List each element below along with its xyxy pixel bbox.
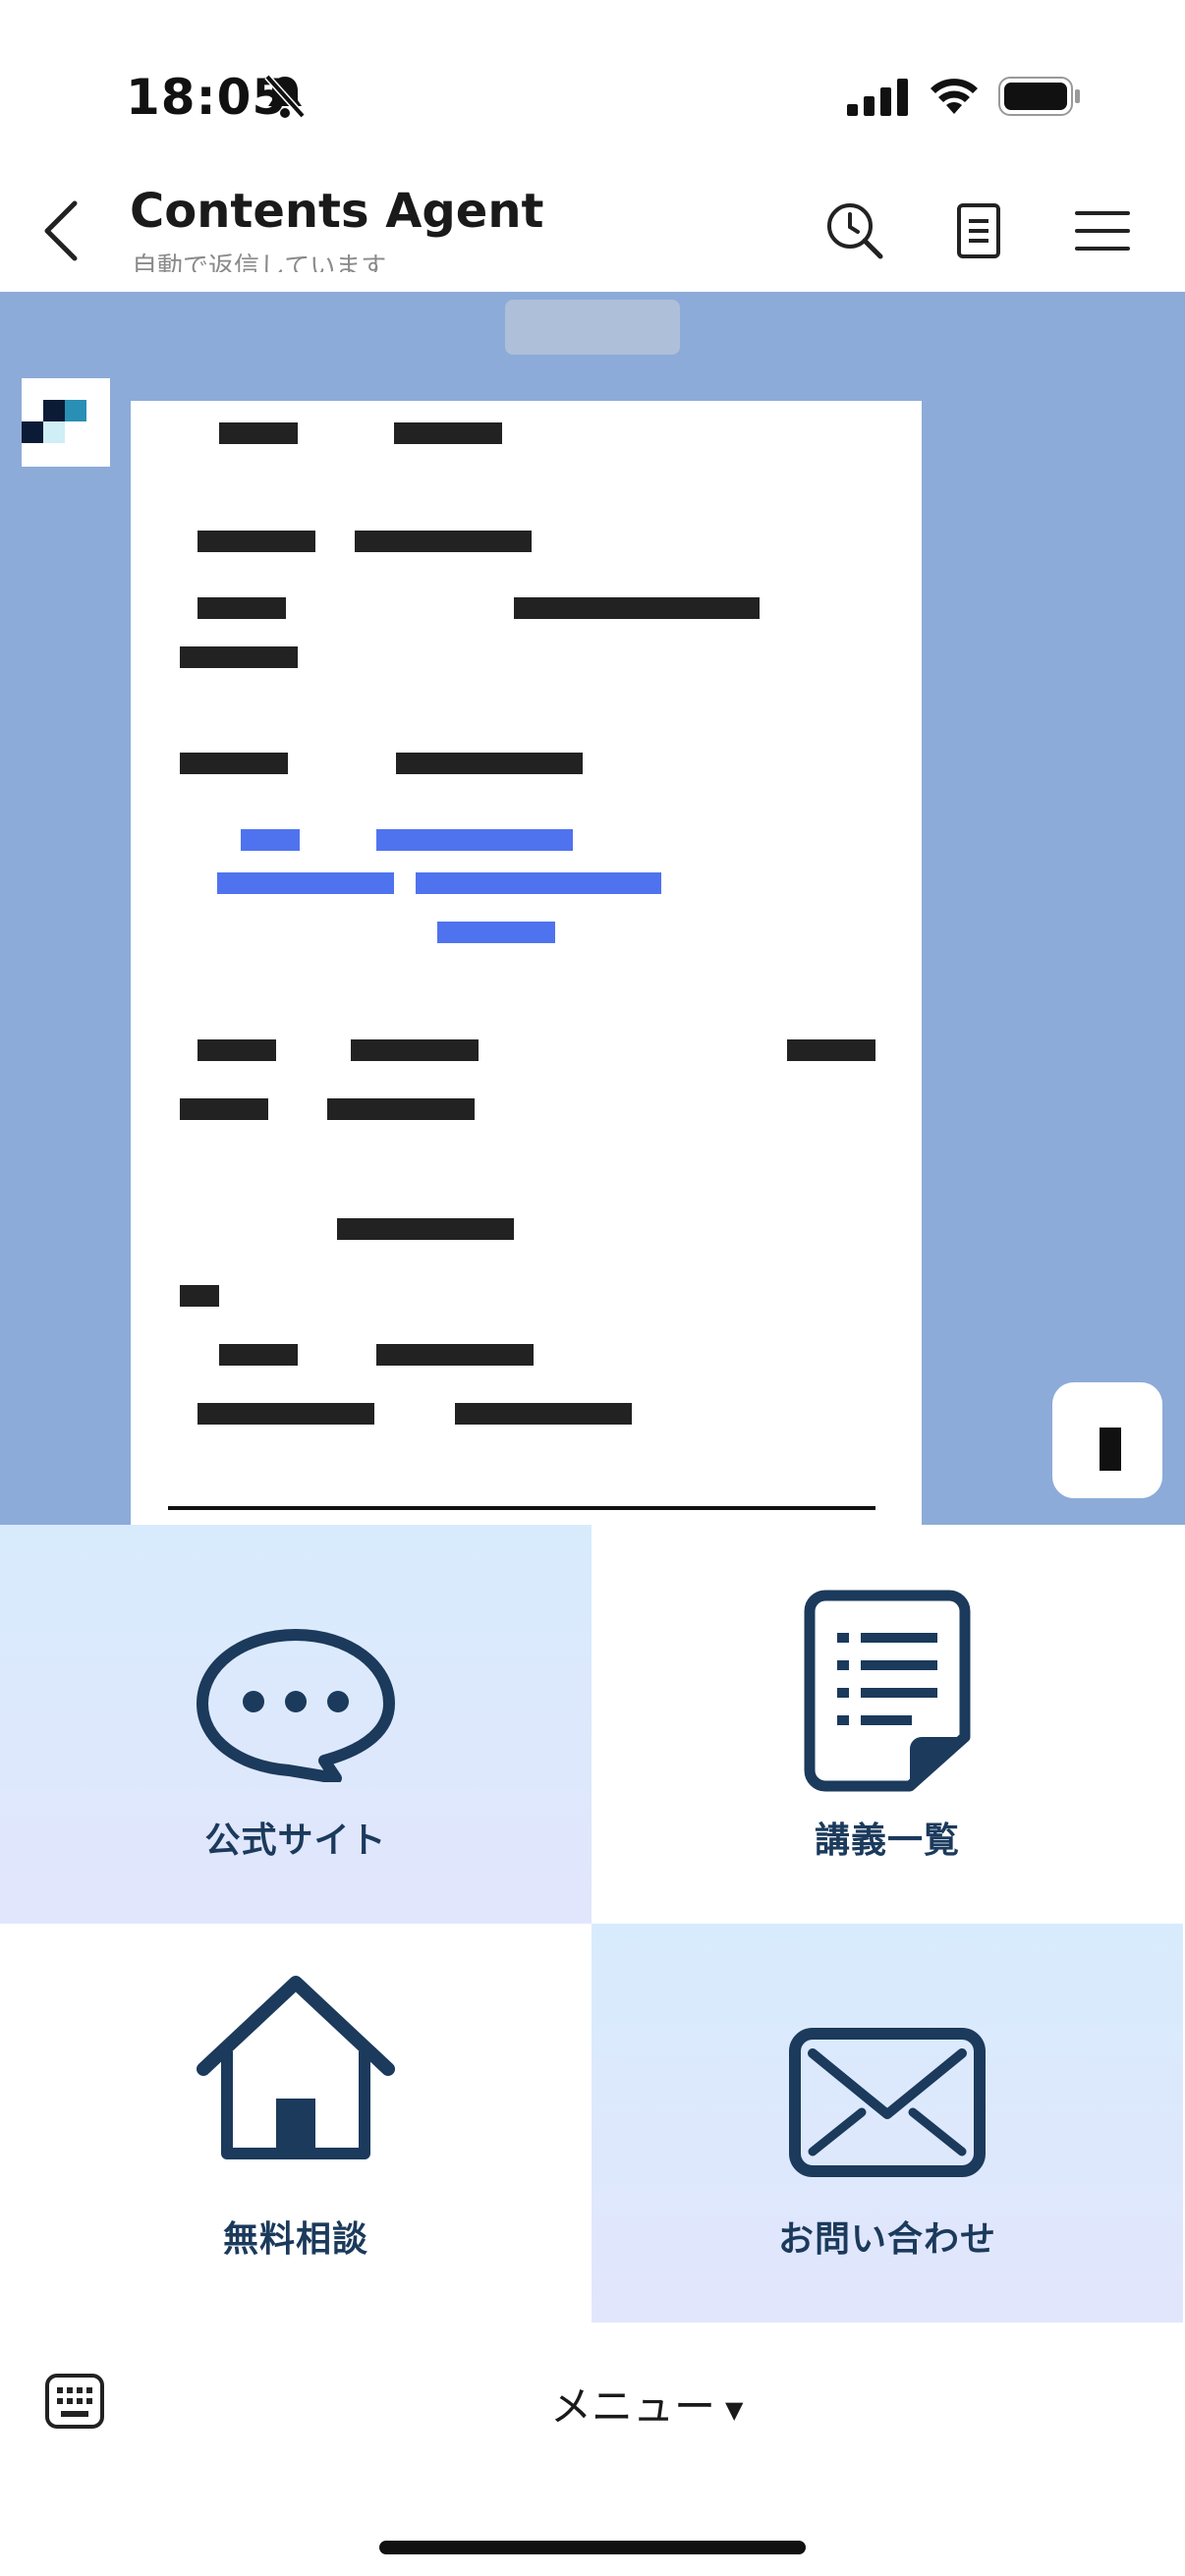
battery-icon (998, 77, 1080, 116)
scroll-to-bottom-button[interactable] (1052, 1382, 1162, 1498)
chat-area[interactable] (0, 292, 1185, 1525)
home-icon (197, 1976, 395, 2159)
notes-icon[interactable] (947, 199, 1010, 262)
date-separator (505, 300, 680, 355)
chat-title: Contents Agent (130, 184, 544, 239)
official-site-label: 公式サイト (204, 1820, 387, 1861)
wifi-icon (931, 79, 978, 114)
lecture-list-label: 講義一覧 (814, 1820, 960, 1861)
lecture-list-tile[interactable]: 講義一覧 (592, 1525, 1183, 1924)
rich-menu: 公式サイト 講義一覧 無料相談 お問い合わせ (0, 1525, 1185, 2326)
home-indicator (379, 2541, 806, 2554)
mail-icon (789, 2028, 986, 2177)
official-site-tile[interactable]: 公式サイト (0, 1525, 592, 1924)
menu-toggle-label: メニュー (550, 2382, 716, 2431)
message-bubble[interactable] (131, 401, 922, 1525)
scroll-indicator-icon (1100, 1428, 1121, 1471)
contact-label: お問い合わせ (777, 2219, 996, 2260)
free-consultation-tile[interactable]: 無料相談 (0, 1924, 592, 2323)
free-consultation-label: 無料相談 (222, 2219, 368, 2260)
keyboard-icon[interactable] (43, 2370, 106, 2433)
speech-bubble-icon (197, 1629, 395, 1782)
bottom-bar: メニュー ▼ (0, 2326, 1185, 2576)
caret-down-icon: ▼ (725, 2395, 744, 2424)
cellular-signal-icon (847, 79, 908, 116)
menu-toggle[interactable]: メニュー ▼ (550, 2374, 743, 2434)
chat-subtitle: 自動で返信しています (132, 252, 387, 272)
status-bar: 18:05 (0, 0, 1185, 172)
chat-header: Contents Agent 自動で返信しています (0, 172, 1185, 292)
bell-muted-icon (264, 74, 306, 119)
search-history-icon[interactable] (823, 199, 886, 262)
back-arrow-icon[interactable] (41, 199, 81, 262)
hamburger-menu-icon[interactable] (1071, 199, 1134, 262)
bot-avatar[interactable] (22, 378, 110, 467)
contact-tile[interactable]: お問い合わせ (592, 1924, 1183, 2323)
document-list-icon (804, 1590, 971, 1792)
divider (168, 1506, 875, 1510)
